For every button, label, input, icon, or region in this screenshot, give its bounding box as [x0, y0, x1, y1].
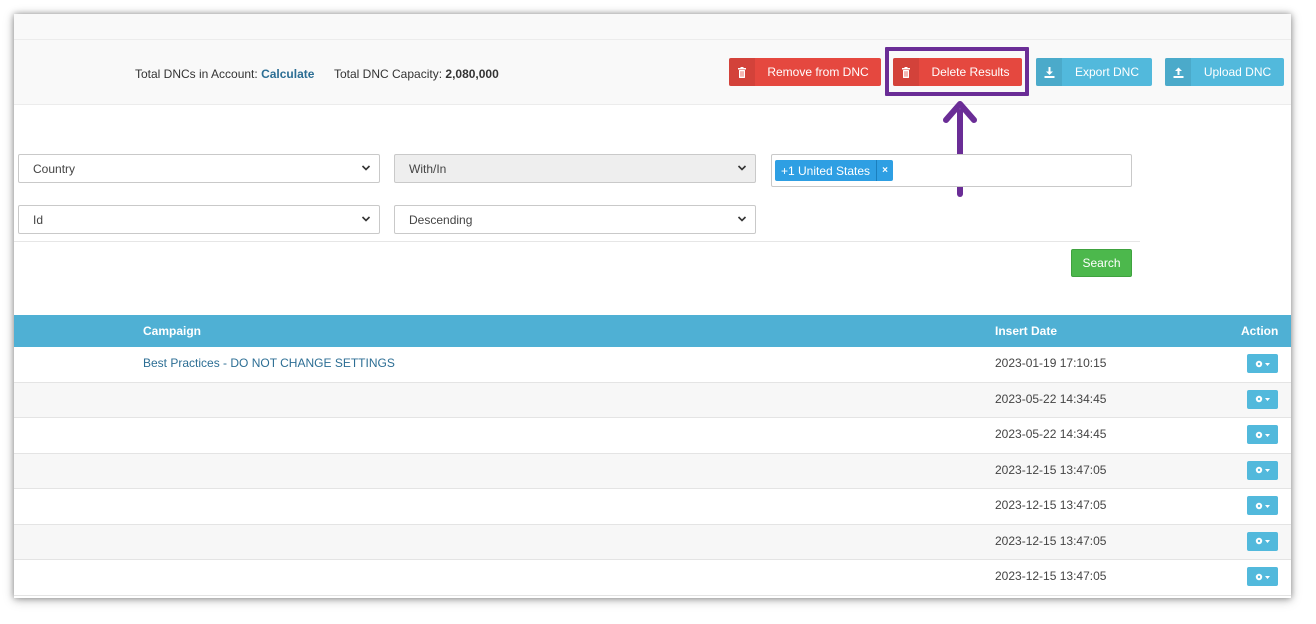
filter-value-input[interactable]: +1 United States ×	[771, 154, 1132, 187]
gear-dropdown-icon	[1255, 466, 1270, 474]
table-row: 2023-12-15 13:47:05	[14, 524, 1291, 560]
row-action-button[interactable]	[1247, 354, 1278, 373]
delete-results-highlight-box	[885, 47, 1029, 96]
upload-dnc-label: Upload DNC	[1203, 65, 1272, 79]
country-tag-label: +1 United States	[781, 163, 871, 178]
search-button[interactable]: Search	[1071, 249, 1132, 277]
sort-order-select[interactable]: Descending	[394, 205, 756, 234]
upload-dnc-button[interactable]: Upload DNC	[1165, 58, 1284, 86]
sort-field-value: Id	[33, 212, 44, 227]
insert-date-cell: 2023-12-15 13:47:05	[995, 533, 1107, 548]
filter-operator-value: With/In	[409, 161, 447, 176]
total-dncs-stat: Total DNCs in Account: Calculate	[135, 67, 314, 81]
row-action-button[interactable]	[1247, 389, 1278, 409]
sort-field-select[interactable]: Id	[18, 205, 380, 234]
column-header-action: Action	[1241, 324, 1279, 338]
top-strip	[14, 14, 1291, 40]
table-row: 2023-12-15 13:47:05	[14, 560, 1291, 596]
table-row: 2023-12-15 13:47:05	[14, 489, 1291, 525]
table-row: 2023-05-22 14:34:45	[14, 382, 1291, 418]
insert-date-cell: 2023-05-22 14:34:45	[995, 391, 1107, 406]
gear-dropdown-icon	[1255, 502, 1270, 509]
row-action-button[interactable]	[1247, 496, 1278, 515]
insert-date-cell: 2023-05-22 14:34:45	[995, 427, 1107, 441]
country-tag: +1 United States ×	[775, 160, 894, 181]
chevron-down-icon	[737, 216, 747, 222]
row-action-button[interactable]	[1247, 531, 1278, 551]
gear-dropdown-icon	[1255, 573, 1270, 580]
total-dncs-label: Total DNCs in Account:	[135, 67, 258, 81]
gear-dropdown-icon	[1255, 395, 1270, 403]
row-action-button[interactable]	[1247, 567, 1278, 586]
export-dnc-button[interactable]: Export DNC	[1036, 58, 1152, 86]
row-action-button[interactable]	[1247, 460, 1278, 480]
trash-icon	[729, 58, 755, 86]
table-header: Campaign Insert Date Action	[14, 315, 1291, 347]
table-body: Best Practices - DO NOT CHANGE SETTINGS …	[14, 347, 1291, 596]
chevron-down-icon	[361, 216, 371, 222]
stats-toolbar: Total DNCs in Account: Calculate Total D…	[14, 40, 1291, 105]
export-dnc-label: Export DNC	[1074, 65, 1139, 79]
filter-field-select[interactable]: Country	[18, 154, 380, 183]
app-window: Total DNCs in Account: Calculate Total D…	[14, 14, 1291, 598]
insert-date-cell: 2023-12-15 13:47:05	[995, 498, 1107, 512]
insert-date-cell: 2023-12-15 13:47:05	[995, 569, 1107, 583]
remove-from-dnc-label: Remove from DNC	[767, 65, 869, 79]
gear-dropdown-icon	[1255, 537, 1270, 545]
gear-dropdown-icon	[1255, 360, 1270, 367]
remove-from-dnc-button[interactable]: Remove from DNC	[729, 58, 881, 86]
calculate-link[interactable]: Calculate	[261, 67, 314, 81]
table-row: 2023-12-15 13:47:05	[14, 453, 1291, 489]
capacity-stat: Total DNC Capacity: 2,080,000	[334, 67, 499, 81]
gear-dropdown-icon	[1255, 431, 1270, 438]
filter-field-value: Country	[33, 161, 76, 176]
insert-date-cell: 2023-01-19 17:10:15	[995, 356, 1107, 370]
campaign-link[interactable]: Best Practices - DO NOT CHANGE SETTINGS	[143, 356, 395, 370]
remove-tag-icon[interactable]: ×	[876, 160, 893, 181]
table-row: Best Practices - DO NOT CHANGE SETTINGS …	[14, 347, 1291, 383]
sort-order-value: Descending	[409, 212, 473, 227]
insert-date-cell: 2023-12-15 13:47:05	[995, 462, 1107, 477]
download-icon	[1036, 58, 1062, 86]
capacity-label: Total DNC Capacity:	[334, 67, 443, 81]
filter-operator-select[interactable]: With/In	[394, 154, 756, 183]
row-action-button[interactable]	[1247, 425, 1278, 444]
chevron-down-icon	[361, 165, 371, 171]
chevron-down-icon	[737, 165, 747, 171]
filter-divider	[14, 241, 1140, 242]
upload-icon	[1165, 58, 1191, 86]
capacity-value: 2,080,000	[445, 67, 499, 81]
column-header-campaign[interactable]: Campaign	[143, 324, 201, 338]
column-header-insert-date[interactable]: Insert Date	[995, 324, 1057, 338]
table-row: 2023-05-22 14:34:45	[14, 418, 1291, 454]
